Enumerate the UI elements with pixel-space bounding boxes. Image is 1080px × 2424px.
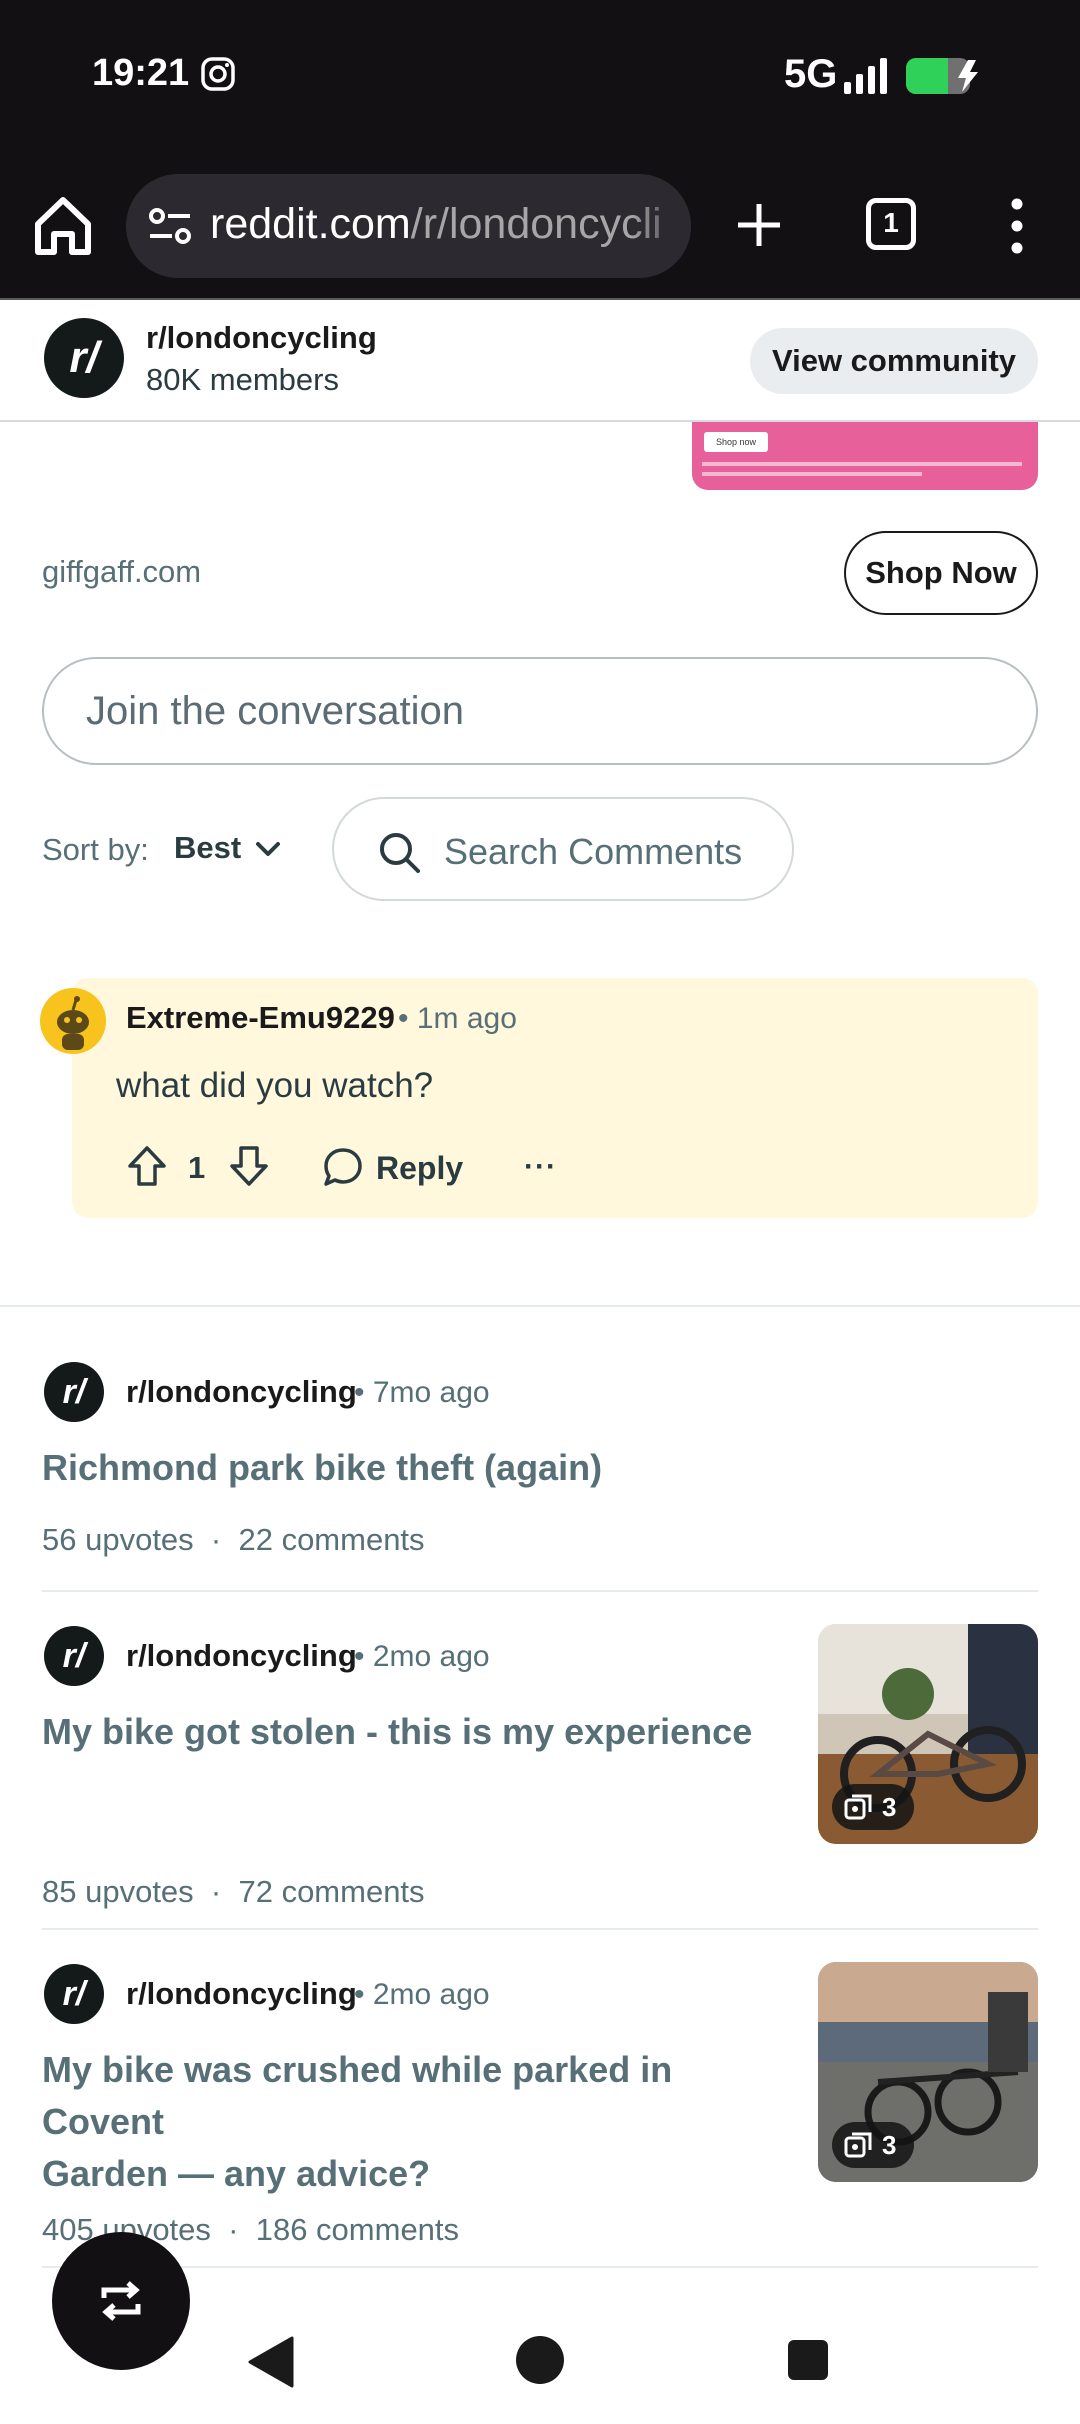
url-text: reddit.com/r/londoncycli — [210, 200, 680, 249]
subreddit-avatar: r/ — [44, 1362, 104, 1422]
ad-mini-button: Shop now — [704, 432, 768, 452]
repost-button[interactable] — [52, 2232, 190, 2370]
post-title-line: Garden — any advice? — [42, 2153, 431, 2194]
plus-icon[interactable] — [734, 200, 784, 250]
post-time: • 2mo ago — [354, 1978, 490, 2011]
home-nav-button[interactable] — [516, 2336, 564, 2384]
image-count: 3 — [882, 1792, 897, 1822]
view-community-button[interactable]: View community — [750, 328, 1038, 394]
search-comments-button[interactable]: Search Comments — [332, 797, 794, 901]
post-title[interactable]: My bike got stolen - this is my experien… — [42, 1706, 752, 1758]
recents-nav-button[interactable] — [788, 2340, 828, 2380]
join-conversation-input[interactable]: Join the conversation — [42, 657, 1038, 765]
post-subreddit[interactable]: r/londoncycling — [126, 1976, 357, 2012]
avatar[interactable] — [40, 988, 106, 1054]
ad-fine-print — [702, 472, 922, 476]
comment-time: • 1m ago — [398, 1002, 517, 1035]
post-title[interactable]: Richmond park bike theft (again) — [42, 1442, 602, 1494]
downvote-icon[interactable] — [228, 1144, 270, 1188]
subreddit-avatar: r/ — [44, 1964, 104, 2024]
comment-author[interactable]: Extreme-Emu9229 — [126, 1000, 395, 1036]
url-fade — [631, 174, 691, 278]
image-count: 3 — [882, 2130, 897, 2160]
divider — [42, 2266, 1038, 2268]
stat-separator: · — [228, 2212, 239, 2247]
signal-icon — [844, 58, 887, 94]
ad-fine-print — [702, 462, 1022, 466]
url-path: /r/londoncycli — [410, 200, 662, 248]
post-upvotes: 56 upvotes — [42, 1522, 194, 1557]
reply-button[interactable]: Reply — [376, 1150, 463, 1187]
subreddit-avatar: r/ — [44, 1626, 104, 1686]
ad-image[interactable]: Shop now — [692, 420, 1038, 490]
chevron-down-icon[interactable] — [254, 838, 282, 862]
status-bar: 19:21 5G — [0, 0, 1080, 150]
reply-icon[interactable] — [322, 1146, 364, 1188]
address-bar[interactable]: reddit.com/r/londoncycli — [126, 174, 691, 278]
search-icon — [380, 833, 420, 873]
post-comments: 186 comments — [255, 2212, 460, 2247]
upvote-icon[interactable] — [126, 1144, 168, 1188]
tab-switcher-button[interactable]: 1 — [866, 198, 916, 250]
post-title-line: My bike got stolen - this is my experien… — [42, 1711, 753, 1752]
post-comments: 72 comments — [238, 1874, 425, 1909]
vote-count: 1 — [188, 1150, 206, 1185]
url-host: reddit.com — [210, 200, 411, 248]
status-time: 19:21 — [92, 52, 190, 94]
post-stats: 56 upvotes · 22 comments — [42, 1522, 425, 1558]
divider — [42, 1928, 1038, 1930]
stat-separator: · — [210, 1522, 222, 1557]
shop-now-button[interactable]: Shop Now — [844, 531, 1038, 615]
search-comments-label: Search Comments — [444, 831, 743, 872]
post-title[interactable]: My bike was crushed while parked in Cove… — [42, 2044, 802, 2200]
more-options-icon[interactable]: ··· — [524, 1150, 556, 1183]
network-label: 5G — [784, 52, 838, 96]
sort-label: Sort by: — [42, 832, 149, 867]
community-avatar[interactable]: r/ — [44, 318, 124, 398]
community-header: r/ r/londoncycling 80K members View comm… — [0, 302, 1080, 422]
divider — [42, 1590, 1038, 1592]
instagram-icon — [201, 57, 235, 91]
post-upvotes: 85 upvotes — [42, 1874, 194, 1909]
battery-charging-icon — [906, 58, 978, 94]
post-stats: 85 upvotes · 72 comments — [42, 1874, 425, 1910]
snoo-avatar-icon — [57, 996, 89, 1050]
divider — [0, 1305, 1080, 1307]
post-subreddit[interactable]: r/londoncycling — [126, 1638, 357, 1674]
back-nav-icon[interactable] — [246, 2336, 294, 2388]
post-comments: 22 comments — [238, 1522, 425, 1557]
post-thumbnail[interactable]: 3 — [818, 1962, 1038, 2182]
community-name[interactable]: r/londoncycling — [146, 320, 377, 356]
kebab-menu-icon[interactable] — [1000, 196, 1034, 256]
repost-icon — [101, 2281, 141, 2321]
post-time: • 7mo ago — [354, 1376, 490, 1409]
comment-body: what did you watch? — [116, 1066, 434, 1105]
post-time: • 2mo ago — [354, 1640, 490, 1673]
post-title-line: My bike was crushed while parked in Cove… — [42, 2049, 673, 2142]
ad-domain[interactable]: giffgaff.com — [42, 554, 201, 590]
browser-toolbar: reddit.com/r/londoncycli 1 — [0, 150, 1080, 300]
community-members: 80K members — [146, 362, 339, 397]
gallery-icon — [844, 2132, 872, 2158]
sort-dropdown[interactable]: Best — [174, 830, 241, 866]
tune-icon[interactable] — [148, 206, 192, 246]
stat-separator: · — [210, 1874, 222, 1909]
home-icon[interactable] — [30, 190, 96, 260]
gallery-badge: 3 — [832, 2122, 914, 2168]
gallery-icon — [844, 1794, 872, 1820]
post-subreddit[interactable]: r/londoncycling — [126, 1374, 357, 1410]
post-title-line: Richmond park bike theft (again) — [42, 1447, 603, 1488]
gallery-badge: 3 — [832, 1784, 914, 1830]
post-thumbnail[interactable]: 3 — [818, 1624, 1038, 1844]
